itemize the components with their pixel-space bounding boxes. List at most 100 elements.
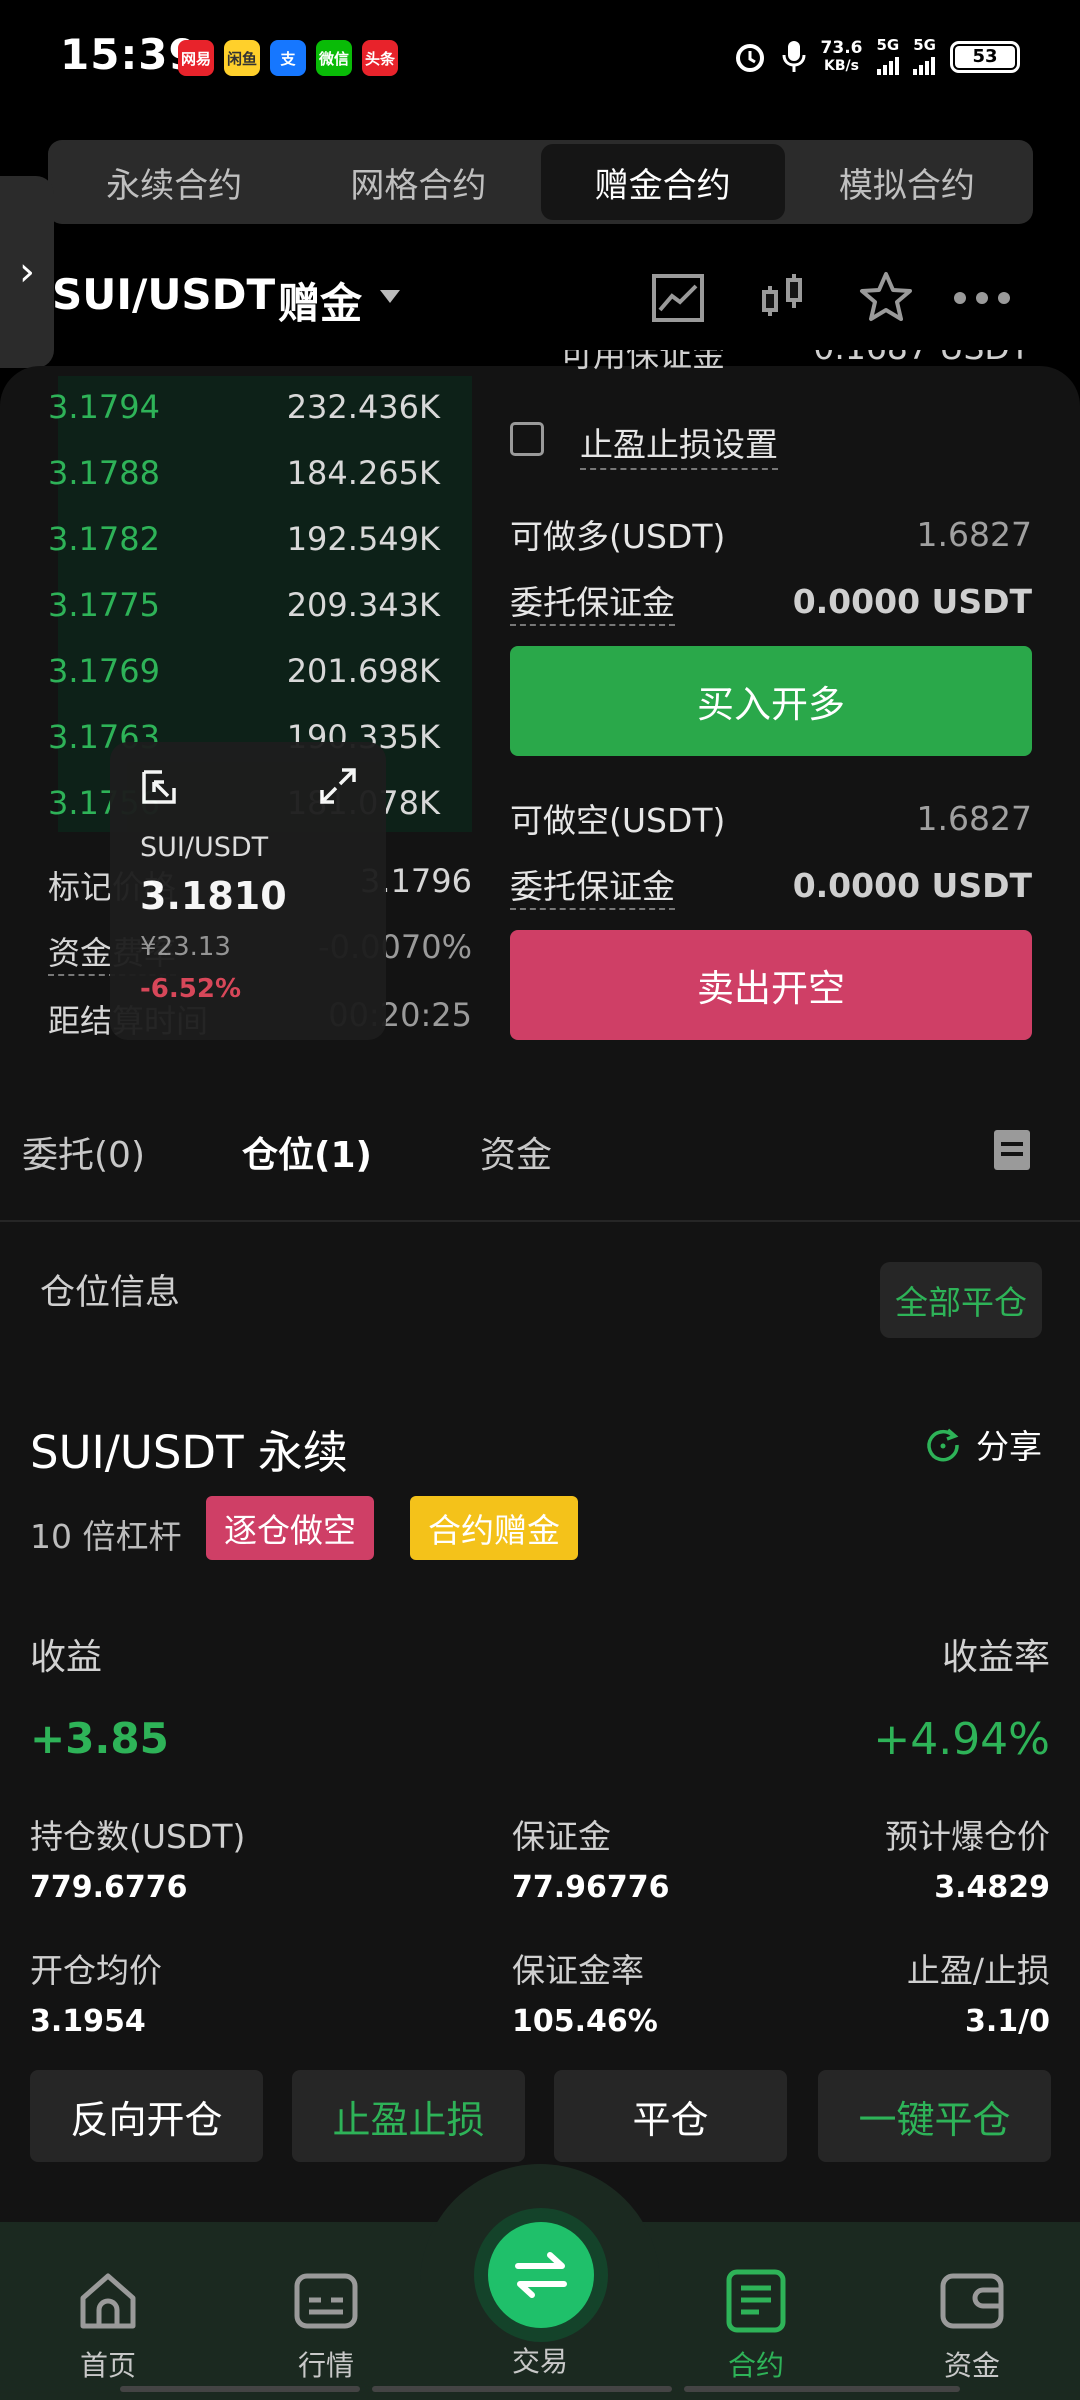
can-short-row: 可做空(USDT) 1.6827 [510,798,1032,841]
order-amount: 192.549K [286,520,440,558]
side-drawer-handle[interactable]: › [0,176,54,368]
signal-bars-icon [876,53,899,75]
nav-contract[interactable]: 合约 [676,2266,836,2384]
contract-tabs: 永续合约 网格合约 赠金合约 模拟合约 [48,140,1033,224]
size-value: 779.6776 [30,1870,188,1905]
pnl-label: 收益 [30,1637,103,1678]
home-icon [80,2273,136,2329]
tab-positions[interactable]: 仓位(1) [242,1126,372,1178]
chevron-right-icon: › [19,249,35,295]
microphone-icon [782,40,806,72]
candlestick-icon[interactable] [752,268,812,328]
nav-market[interactable]: 行情 [246,2266,406,2384]
order-book-row[interactable]: 3.1769 201.698K [48,638,440,704]
tab-bonus[interactable]: 赠金合约 [540,144,785,220]
sell-short-button[interactable]: 卖出开空 [510,930,1032,1040]
net-speed: 73.6 KB/s [820,37,863,74]
tp-sl-checkbox[interactable] [510,422,544,456]
nav-trade[interactable]: 交易 [460,2340,620,2380]
tab-perpetual[interactable]: 永续合约 [52,144,296,220]
entry-price-value: 3.1954 [30,2004,146,2039]
tpsl-label: 止盈/止损 [906,1951,1050,1990]
can-long-row: 可做多(USDT) 1.6827 [510,514,1032,557]
mini-card-pair: SUI/USDT [140,832,269,863]
gesture-bar [120,2386,960,2394]
refresh-share-icon [927,1428,959,1462]
share-button[interactable]: 分享 [924,1420,1042,1468]
margin-ratio-value: 105.46% [512,2004,658,2039]
pnl-value: +3.85 [30,1714,169,1763]
mini-card-cny: ¥23.13 [140,932,231,962]
tab-grid[interactable]: 网格合约 [296,144,540,220]
status-indicators: 73.6 KB/s 5G 5G 53 [733,38,1020,75]
tp-sl-label[interactable]: 止盈止损设置 [580,418,778,470]
position-info-label: 仓位信息 [40,1273,181,1313]
order-amount: 209.343K [286,586,440,624]
mini-card-change: -6.52% [140,974,241,1004]
more-icon[interactable] [950,268,1014,328]
order-amount: 184.265K [286,454,440,492]
signal-1: 5G [876,38,899,75]
document-icon[interactable] [994,1130,1030,1170]
close-position-button[interactable]: 平仓 [554,2070,787,2162]
liq-price-value: 3.4829 [934,1870,1050,1905]
wechat-app-icon: 微信 [316,40,352,76]
tab-demo[interactable]: 模拟合约 [785,144,1029,220]
wallet-icon [940,2273,1004,2329]
available-margin-row-clipped: 可用保证金 0.1687 USDT [560,350,1030,372]
long-margin-row: 委托保证金 0.0000 USDT [510,576,1032,626]
close-all-button[interactable]: 全部平仓 [880,1262,1042,1338]
nav-assets[interactable]: 资金 [892,2266,1052,2384]
netease-app-icon: 网易 [178,40,214,76]
contract-icon [726,2269,786,2333]
order-amount: 232.436K [286,388,440,426]
minimize-icon[interactable] [140,768,180,808]
roe-label: 收益率 [941,1637,1050,1678]
market-icon [294,2273,358,2329]
roe-value: +4.94% [873,1714,1050,1765]
leverage-label: 10 倍杠杆 [30,1517,182,1556]
order-price: 3.1769 [48,652,160,690]
alipay-app-icon: 支 [270,40,306,76]
order-book-row[interactable]: 3.1775 209.343K [48,572,440,638]
quick-close-button[interactable]: 一键平仓 [818,2070,1051,2162]
reverse-position-button[interactable]: 反向开仓 [30,2070,263,2162]
order-book-row[interactable]: 3.1788 184.265K [48,440,440,506]
isolated-short-badge: 逐仓做空 [206,1496,374,1560]
pair-title[interactable]: SUI/USDT [52,270,275,319]
alarm-icon [735,43,764,72]
order-price: 3.1788 [48,454,160,492]
order-book-row[interactable]: 3.1794 232.436K [48,374,440,440]
signal-bars-icon [913,53,936,75]
order-price: 3.1794 [48,388,160,426]
margin-value: 77.96776 [512,1870,670,1905]
order-price: 3.1775 [48,586,160,624]
short-margin-row: 委托保证金 0.0000 USDT [510,860,1032,910]
battery-icon: 53 [950,40,1020,73]
trade-fab[interactable] [488,2222,594,2328]
margin-ratio-label: 保证金率 [512,1951,644,1990]
margin-label: 保证金 [512,1817,611,1856]
caret-down-icon[interactable] [380,290,400,303]
tab-orders[interactable]: 委托(0) [22,1126,145,1178]
swap-arrows-icon [515,2252,567,2298]
position-title: SUI/USDT 永续 [30,1426,348,1479]
size-label: 持仓数(USDT) [30,1817,246,1856]
xianyu-app-icon: 闲鱼 [224,40,260,76]
nav-home[interactable]: 首页 [28,2266,188,2384]
mini-card-price: 3.1810 [140,874,287,918]
entry-price-label: 开仓均价 [30,1951,162,1990]
signal-2: 5G [913,38,936,75]
order-amount: 201.698K [286,652,440,690]
liq-price-label: 预计爆仓价 [885,1817,1050,1856]
pair-tag[interactable]: 赠金 [278,270,362,331]
star-icon[interactable] [856,268,916,328]
floating-price-card[interactable]: SUI/USDT 3.1810 ¥23.13 -6.52% [110,742,386,1040]
tp-sl-button[interactable]: 止盈止损 [292,2070,525,2162]
tab-funds[interactable]: 资金 [480,1126,552,1178]
line-chart-icon[interactable] [648,268,708,328]
order-book-row[interactable]: 3.1782 192.549K [48,506,440,572]
expand-icon[interactable] [318,766,358,806]
buy-long-button[interactable]: 买入开多 [510,646,1032,756]
tpsl-value: 3.1/0 [965,2004,1050,2039]
